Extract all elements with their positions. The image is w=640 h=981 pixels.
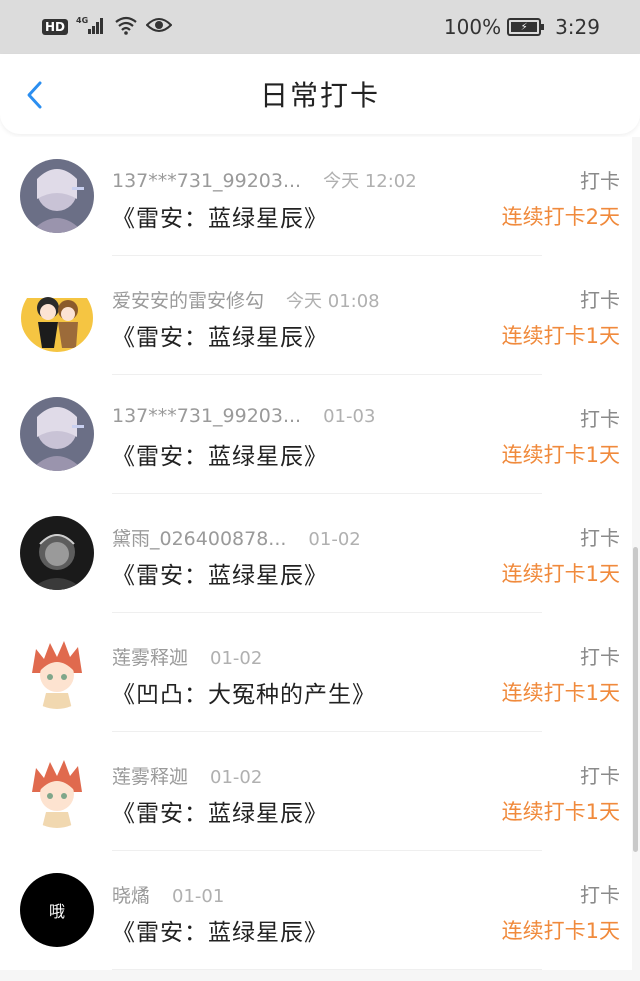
avatar[interactable] xyxy=(20,516,94,590)
streak-count: 连续打卡1天 xyxy=(501,324,620,348)
checkin-row[interactable]: 黛雨_026400878... 01-02 《雷安：蓝绿星辰》 打卡 连续打卡1… xyxy=(0,494,632,613)
checkin-time: 01-03 xyxy=(323,406,376,427)
streak-count: 连续打卡1天 xyxy=(501,919,620,943)
checkin-row[interactable]: 爱安安的雷安修勾 今天 01:08 《雷安：蓝绿星辰》 打卡 连续打卡1天 xyxy=(0,256,632,375)
book-title[interactable]: 《雷安：蓝绿星辰》 xyxy=(112,794,328,828)
checkin-row[interactable]: 莲雾释迦 01-02 《雷安：蓝绿星辰》 打卡 连续打卡1天 xyxy=(0,732,632,851)
streak-count: 连续打卡1天 xyxy=(501,443,620,467)
user-name[interactable]: 爱安安的雷安修勾 xyxy=(112,286,264,313)
user-name[interactable]: 晓燏 xyxy=(112,881,150,908)
clock: 3:29 xyxy=(555,15,600,39)
avatar[interactable] xyxy=(20,278,94,352)
hd-badge: HD xyxy=(42,19,69,35)
battery-percent: 100% xyxy=(443,15,502,39)
checkin-time: 01-02 xyxy=(210,767,263,788)
checkin-row[interactable]: 137***731_99203... 今天 12:02 《雷安：蓝绿星辰》 打卡… xyxy=(0,137,632,256)
user-name[interactable]: 莲雾释迦 xyxy=(112,643,188,670)
avatar[interactable] xyxy=(20,635,94,709)
streak-count: 连续打卡2天 xyxy=(501,205,620,229)
checkin-label: 打卡 xyxy=(580,764,620,788)
checkin-time: 01-02 xyxy=(210,648,263,669)
chevron-left-icon xyxy=(27,81,42,109)
checkin-label: 打卡 xyxy=(580,288,620,312)
user-name[interactable]: 黛雨_026400878... xyxy=(112,524,286,551)
signal-icon: 4G xyxy=(76,15,106,39)
page-header: 日常打卡 xyxy=(0,54,640,134)
streak-count: 连续打卡1天 xyxy=(501,562,620,586)
book-title[interactable]: 《雷安：蓝绿星辰》 xyxy=(112,318,328,352)
book-title[interactable]: 《雷安：蓝绿星辰》 xyxy=(112,437,328,471)
checkin-label: 打卡 xyxy=(580,169,620,193)
user-name[interactable]: 137***731_99203... xyxy=(112,405,301,427)
user-name[interactable]: 莲雾释迦 xyxy=(112,762,188,789)
checkin-row[interactable]: 莲雾释迦 01-02 《凹凸：大冤种的产生》 打卡 连续打卡1天 xyxy=(0,613,632,732)
scrollbar[interactable] xyxy=(633,547,638,852)
checkin-time: 01-01 xyxy=(172,886,225,907)
checkin-label: 打卡 xyxy=(580,883,620,907)
checkin-list[interactable]: 137***731_99203... 今天 12:02 《雷安：蓝绿星辰》 打卡… xyxy=(0,137,640,981)
wifi-icon xyxy=(114,15,138,39)
avatar[interactable]: 哦 xyxy=(20,873,94,947)
book-title[interactable]: 《雷安：蓝绿星辰》 xyxy=(112,199,328,233)
status-bar: HD 4G 100% ⚡ 3:29 xyxy=(0,0,640,54)
book-title[interactable]: 《雷安：蓝绿星辰》 xyxy=(112,913,328,947)
divider xyxy=(112,969,542,970)
checkin-time: 今天 12:02 xyxy=(323,171,417,192)
checkin-row[interactable]: 哦 晓燏 01-01 《雷安：蓝绿星辰》 打卡 连续打卡1天 xyxy=(0,851,632,970)
user-name[interactable]: 137***731_99203... xyxy=(112,170,301,192)
checkin-label: 打卡 xyxy=(580,407,620,431)
book-title[interactable]: 《凹凸：大冤种的产生》 xyxy=(112,675,376,709)
avatar[interactable] xyxy=(20,159,94,233)
avatar[interactable] xyxy=(20,754,94,828)
svg-text:4G: 4G xyxy=(76,16,88,25)
eye-icon xyxy=(145,15,173,39)
battery-icon: ⚡ xyxy=(507,18,545,36)
checkin-time: 今天 01:08 xyxy=(286,291,380,312)
checkin-row[interactable]: 137***731_99203... 01-03 《雷安：蓝绿星辰》 打卡 连续… xyxy=(0,375,632,494)
checkin-time: 01-02 xyxy=(308,529,361,550)
avatar[interactable] xyxy=(20,397,94,471)
back-button[interactable] xyxy=(20,80,50,110)
streak-count: 连续打卡1天 xyxy=(501,681,620,705)
checkin-label: 打卡 xyxy=(580,645,620,669)
streak-count: 连续打卡1天 xyxy=(501,800,620,824)
avatar-text: 哦 xyxy=(49,902,65,921)
checkin-label: 打卡 xyxy=(580,526,620,550)
book-title[interactable]: 《雷安：蓝绿星辰》 xyxy=(112,556,328,590)
page-title: 日常打卡 xyxy=(259,79,380,112)
